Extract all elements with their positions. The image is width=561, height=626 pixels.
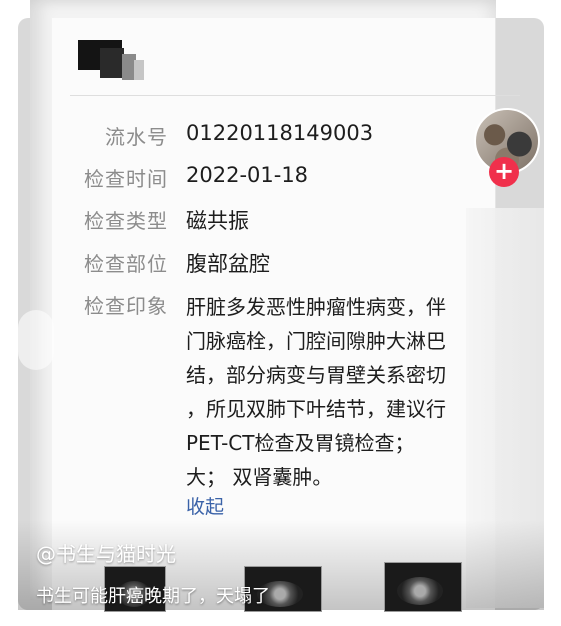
side-handle[interactable] [18,310,54,370]
scan-thumbnail[interactable] [384,562,462,612]
redacted-title [78,40,148,82]
impression-line: PET-CT检查及胃镜检查； [186,431,415,455]
impression-line: 肝脏多发恶性肿瘤性病变，伴 [186,295,446,319]
impression-line: ，所见双肺下叶结节，建议行 [186,397,446,421]
field-value: 01220118149003 [186,121,374,145]
field-value: 磁共振 [186,209,249,233]
impression-line: 门脉癌栓，门腔间隙肿大淋巴 [186,329,446,353]
follow-plus-icon[interactable]: + [489,157,519,187]
title-divider [70,95,520,96]
field-value: 2022-01-18 [186,163,309,187]
field-label: 检查时间 [84,167,168,191]
impression-line: 结，部分病变与胃壁关系密切 [186,363,446,387]
field-value: 腹部盆腔 [186,252,270,276]
impression-label: 检查印象 [84,294,168,318]
author-username[interactable]: @书生与猫时光 [36,538,176,567]
field-label: 检查类型 [84,209,168,233]
impression-text: 肝脏多发恶性肿瘤性病变，伴 门脉癌栓，门腔间隙肿大淋巴 结，部分病变与胃壁关系密… [186,290,476,494]
impression-line: 大； 双肾囊肿。 [186,465,333,489]
field-label: 流水号 [105,125,168,149]
video-caption: 书生可能肝癌晚期了，天塌了 [36,586,270,607]
field-label: 检查部位 [84,252,168,276]
collapse-link[interactable]: 收起 [186,492,224,519]
